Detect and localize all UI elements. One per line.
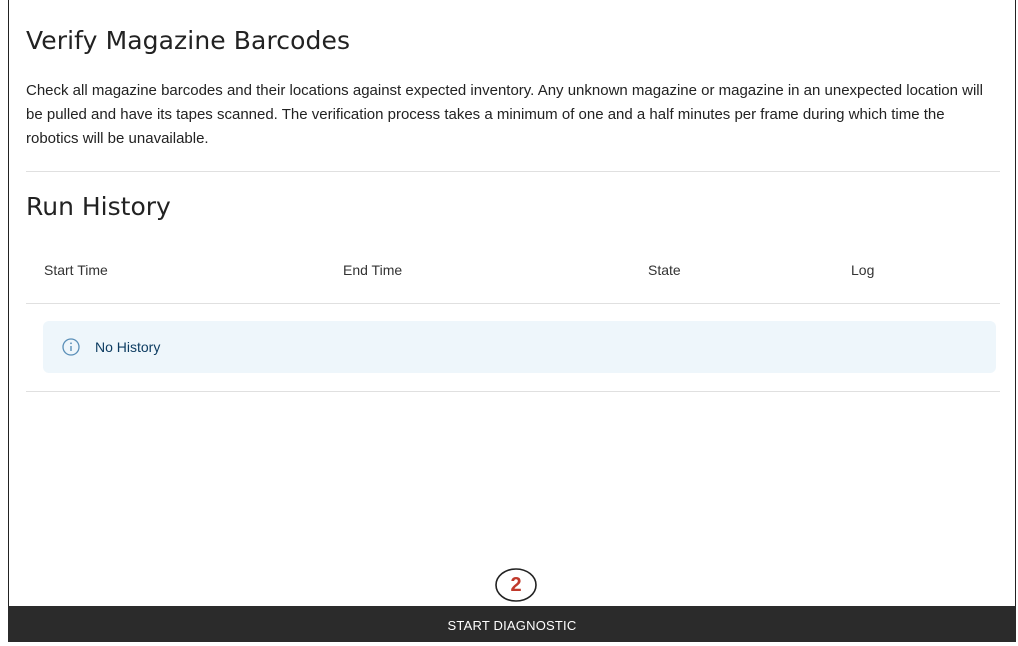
page-title: Verify Magazine Barcodes (26, 26, 351, 55)
step-annotation-marker: 2 (494, 567, 538, 603)
diagnostic-panel: Verify Magazine Barcodes Check all magaz… (8, 0, 1016, 642)
table-header-divider (26, 303, 1000, 304)
column-header-start-time[interactable]: Start Time (44, 262, 108, 278)
no-history-message: No History (95, 339, 161, 355)
step-number: 2 (510, 574, 522, 596)
info-circle-icon (62, 338, 80, 356)
page-description: Check all magazine barcodes and their lo… (26, 82, 983, 147)
footer-bar: START DIAGNOSTIC (8, 606, 1016, 642)
column-header-end-time[interactable]: End Time (343, 262, 402, 278)
column-header-state[interactable]: State (648, 262, 681, 278)
column-header-log[interactable]: Log (851, 262, 874, 278)
run-history-title: Run History (26, 192, 171, 221)
section-divider (26, 171, 1000, 172)
start-diagnostic-button[interactable]: START DIAGNOSTIC (8, 606, 1016, 642)
no-history-alert: No History (43, 321, 996, 373)
table-bottom-divider (26, 391, 1000, 392)
